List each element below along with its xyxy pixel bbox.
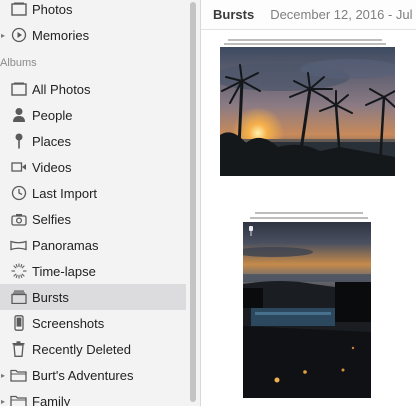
- sidebar-item-burts-adventures[interactable]: ▸ Burt's Adventures: [0, 362, 186, 388]
- sidebar-item-label: Photos: [32, 1, 73, 17]
- sidebar-item-label: Panoramas: [32, 237, 99, 253]
- sidebar-item-label: Bursts: [32, 289, 69, 305]
- sidebar-item-all-photos[interactable]: All Photos: [0, 76, 186, 102]
- header-bar: Bursts December 12, 2016 - Jul: [201, 0, 416, 30]
- sidebar-scrollbar-thumb[interactable]: [190, 2, 196, 402]
- folder-icon: [10, 393, 27, 406]
- burst-stack-edge: [250, 217, 368, 219]
- sidebar-item-label: People: [32, 107, 73, 123]
- sidebar-item-label: Last Import: [32, 185, 98, 201]
- sidebar-item-last-import[interactable]: Last Import: [0, 180, 186, 206]
- disclosure-triangle-icon[interactable]: ▸: [1, 31, 5, 40]
- sidebar-item-memories[interactable]: ▸ Memories: [0, 22, 186, 48]
- main-content: Bursts December 12, 2016 - Jul: [201, 0, 416, 406]
- sidebar-item-label: Selfies: [32, 211, 72, 227]
- page-title: Bursts: [213, 7, 255, 22]
- sidebar-item-panoramas[interactable]: Panoramas: [0, 232, 186, 258]
- sidebar-item-label: Family: [32, 393, 71, 406]
- sidebar-item-family[interactable]: ▸ Family: [0, 388, 186, 406]
- burst-stack-edge: [224, 43, 386, 45]
- sidebar-item-label: All Photos: [32, 81, 91, 97]
- burst-stack-edge: [228, 39, 382, 41]
- disclosure-triangle-icon[interactable]: ▸: [1, 371, 5, 380]
- all-photos-icon: [10, 81, 27, 98]
- date-range: December 12, 2016 - Jul: [270, 7, 413, 22]
- video-icon: [10, 159, 27, 176]
- sidebar-item-selfies[interactable]: Selfies: [0, 206, 186, 232]
- folder-icon: [10, 367, 27, 384]
- sidebar-item-videos[interactable]: Videos: [0, 154, 186, 180]
- sidebar-item-bursts[interactable]: Bursts: [0, 284, 186, 310]
- sidebar-item-label: Recently Deleted: [32, 341, 131, 357]
- burst-stack-edge: [255, 212, 363, 214]
- sidebar-item-time-lapse[interactable]: Time-lapse: [0, 258, 186, 284]
- bursts-icon: [10, 289, 27, 306]
- burst-photo-thumbnail[interactable]: [220, 47, 395, 176]
- sidebar-item-label: Videos: [32, 159, 72, 175]
- sidebar-item-people[interactable]: People: [0, 102, 186, 128]
- trash-icon: [10, 341, 27, 358]
- sidebar-item-label: Memories: [32, 27, 90, 43]
- clock-icon: [10, 185, 27, 202]
- memories-icon: [10, 27, 27, 44]
- sidebar-item-recently-deleted[interactable]: Recently Deleted: [0, 336, 186, 362]
- timelapse-icon: [10, 263, 27, 280]
- photos-icon: [10, 1, 27, 18]
- albums-section-header: Albums: [0, 57, 37, 69]
- disclosure-triangle-icon[interactable]: ▸: [1, 397, 5, 406]
- panorama-icon: [10, 237, 27, 254]
- sidebar-item-photos[interactable]: Photos: [0, 0, 186, 22]
- sidebar-item-label: Screenshots: [32, 315, 105, 331]
- phone-icon: [10, 315, 27, 332]
- sidebar: Photos ▸ Memories Albums All Photos Peop…: [0, 0, 201, 406]
- sidebar-item-places[interactable]: Places: [0, 128, 186, 154]
- camera-icon: [10, 211, 27, 228]
- pin-icon: [10, 133, 27, 150]
- sidebar-item-screenshots[interactable]: Screenshots: [0, 310, 186, 336]
- burst-photo-thumbnail[interactable]: [243, 222, 371, 398]
- sidebar-item-label: Burt's Adventures: [32, 367, 134, 383]
- sidebar-item-label: Time-lapse: [32, 263, 96, 279]
- person-icon: [10, 107, 27, 124]
- sidebar-item-label: Places: [32, 133, 72, 149]
